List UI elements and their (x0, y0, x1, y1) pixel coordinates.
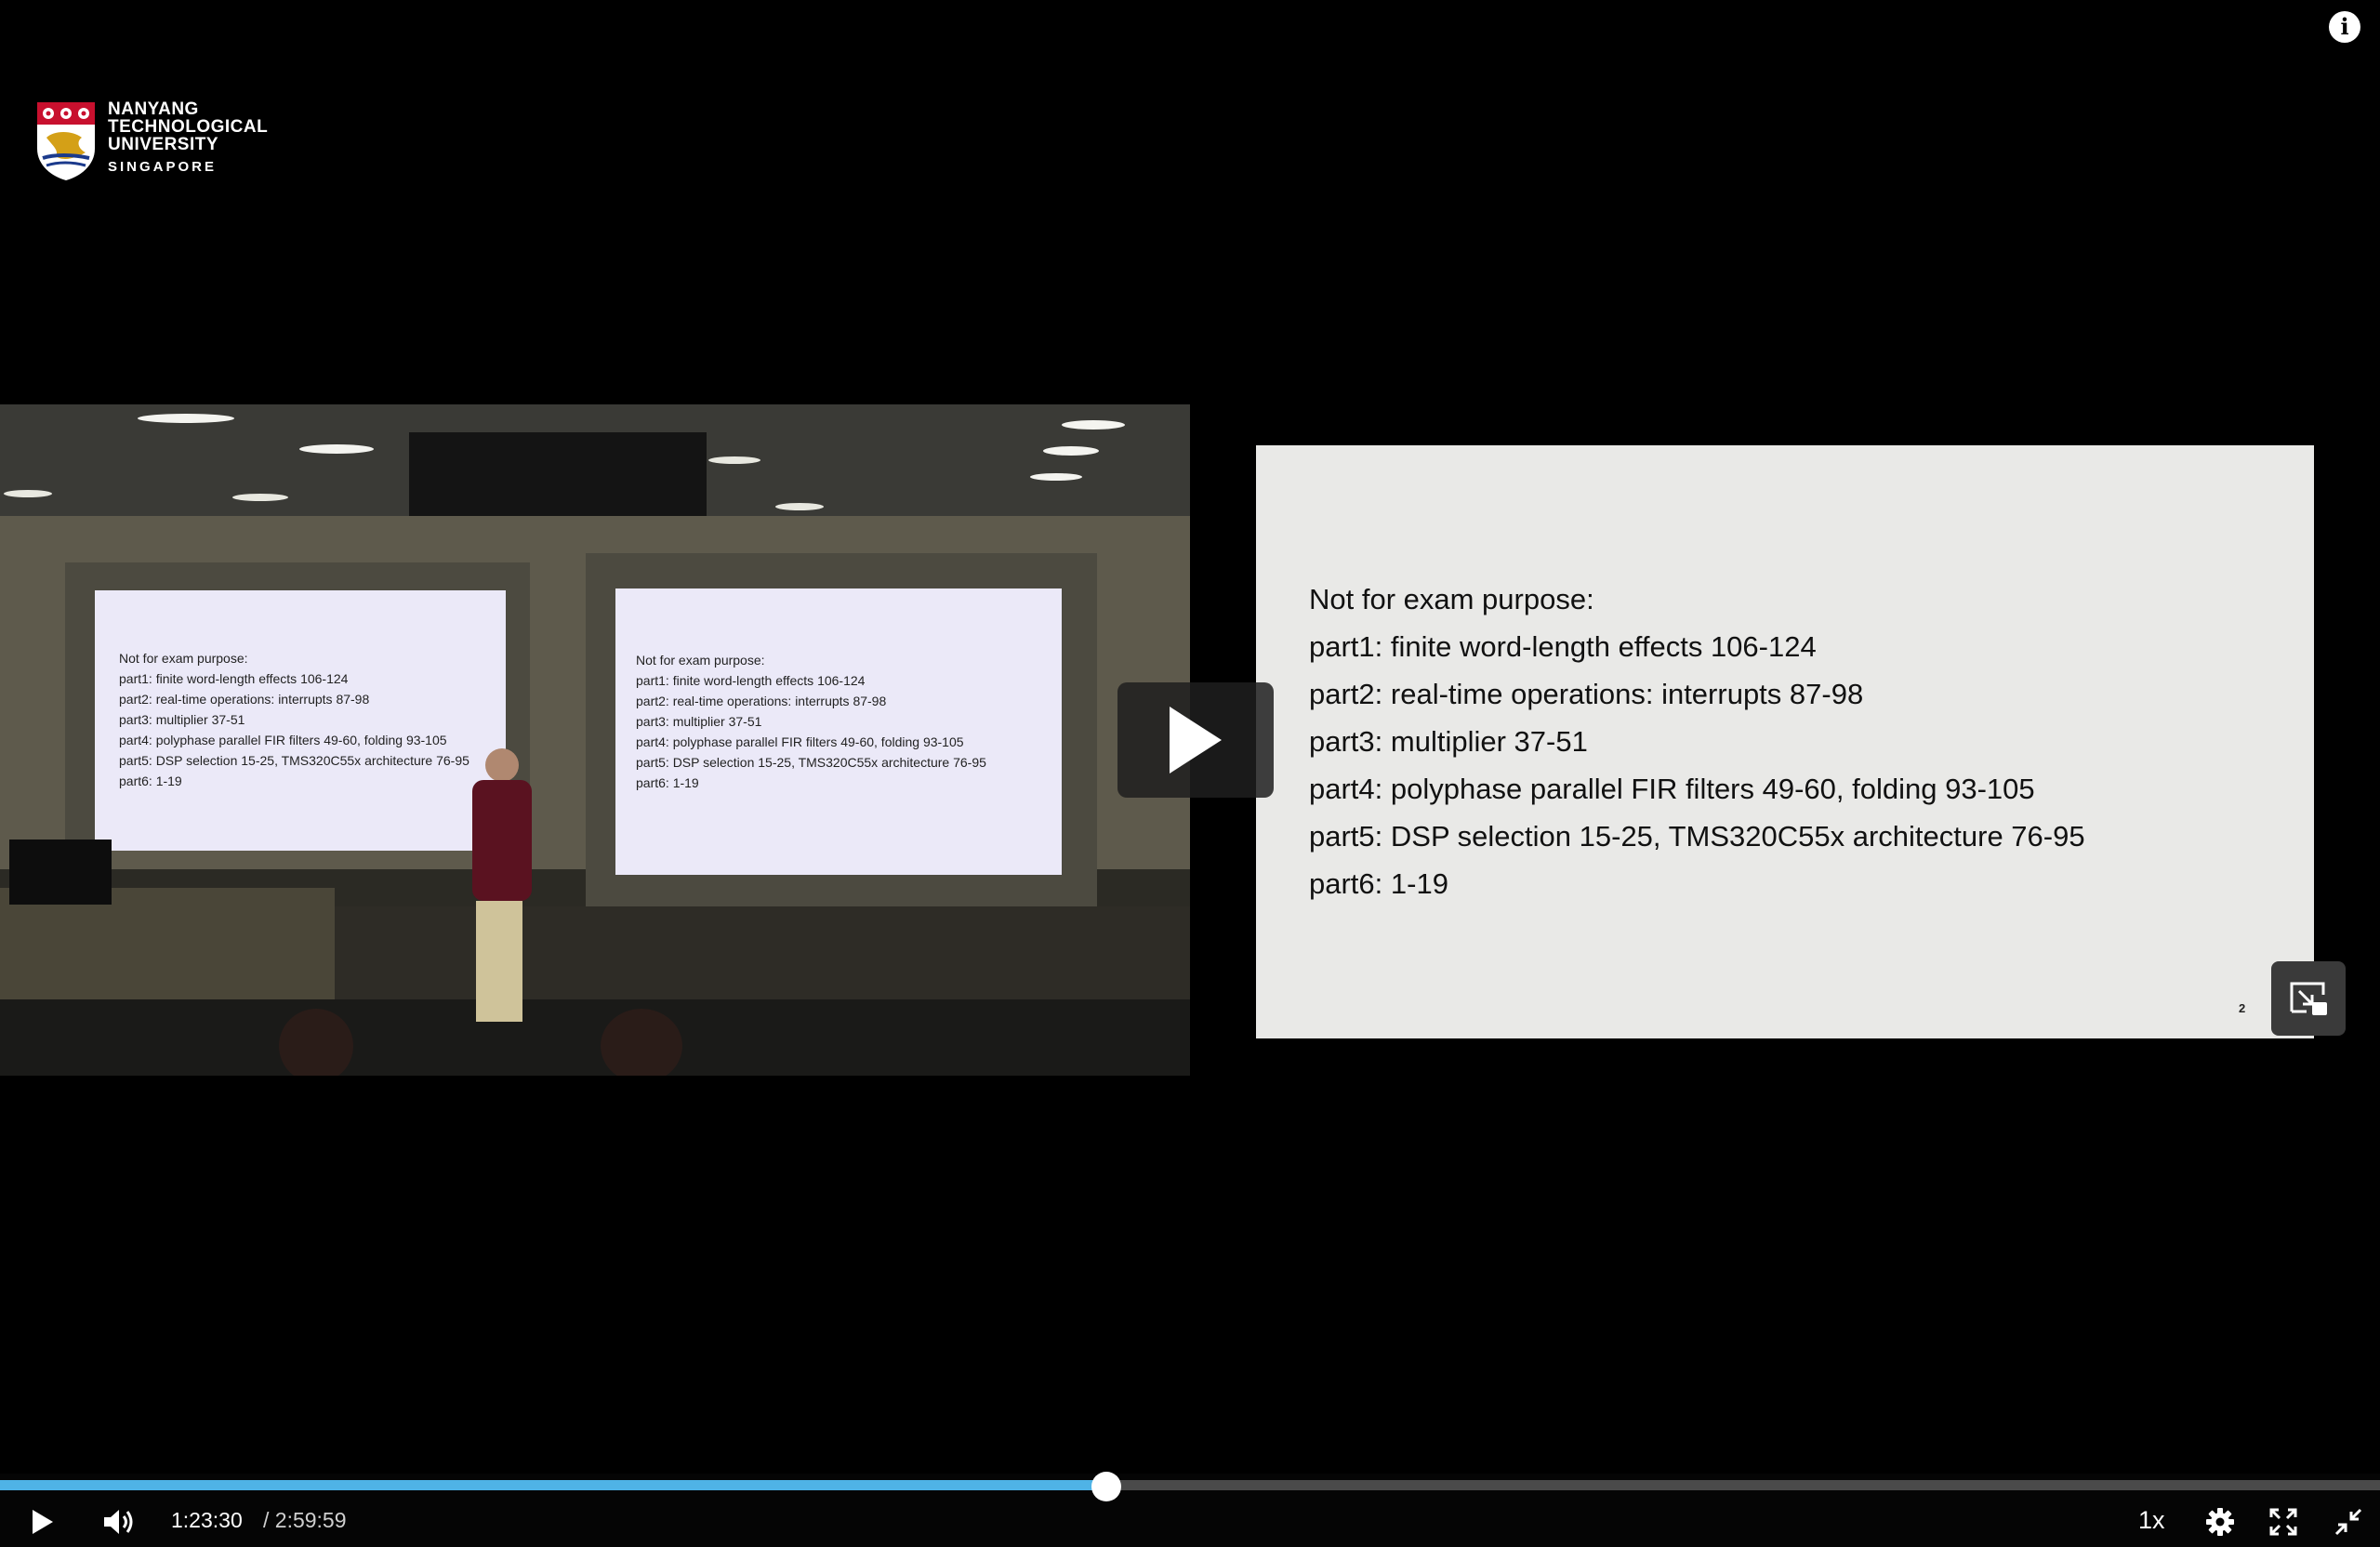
seek-handle[interactable] (1091, 1472, 1121, 1501)
info-button[interactable]: i (2329, 11, 2360, 43)
left-screen-line: part2: real-time operations: interrupts … (119, 692, 370, 707)
right-screen-line: part4: polyphase parallel FIR filters 49… (636, 734, 964, 749)
slide-video-pane[interactable]: Not for exam purpose: part1: finite word… (1256, 445, 2314, 1038)
play-icon (33, 1510, 53, 1534)
right-screen-line: part3: multiplier 37-51 (636, 714, 762, 729)
settings-button[interactable] (2202, 1503, 2239, 1540)
left-screen-text: Not for exam purpose: part1: finite word… (119, 648, 509, 791)
right-screen-line: part6: 1-19 (636, 775, 699, 790)
play-icon (1170, 707, 1222, 774)
slide-text: Not for exam purpose: part1: finite word… (1309, 575, 2085, 907)
slide-line: part5: DSP selection 15-25, TMS320C55x a… (1309, 820, 2085, 853)
volume-icon (104, 1510, 133, 1534)
info-icon: i (2340, 13, 2349, 40)
left-screen-line: Not for exam purpose: (119, 651, 248, 666)
logo-line-technological: TECHNOLOGICAL (108, 117, 269, 137)
playback-speed-button[interactable]: 1x (2138, 1506, 2165, 1535)
slide-line: part2: real-time operations: interrupts … (1309, 678, 1864, 710)
volume-button[interactable] (100, 1503, 138, 1540)
slide-page-number: 2 (2239, 1001, 2246, 1015)
seek-progress (0, 1480, 1106, 1490)
left-screen-line: part5: DSP selection 15-25, TMS320C55x a… (119, 753, 469, 768)
logo-line-nanyang: NANYANG (108, 99, 199, 119)
right-screen-line: part2: real-time operations: interrupts … (636, 694, 887, 708)
left-screen-line: part6: 1-19 (119, 774, 182, 788)
fullscreen-button[interactable] (2265, 1503, 2302, 1540)
left-screen-line: part3: multiplier 37-51 (119, 712, 245, 727)
right-screen-line: part1: finite word-length effects 106-12… (636, 673, 866, 688)
right-screen-line: part5: DSP selection 15-25, TMS320C55x a… (636, 755, 986, 770)
camera-video-pane[interactable]: Not for exam purpose: part1: finite word… (0, 404, 1190, 1076)
play-button[interactable] (24, 1503, 61, 1540)
slide-line: part1: finite word-length effects 106-12… (1309, 630, 1817, 663)
logo-line-singapore: SINGAPORE (108, 159, 218, 175)
crest-icon (37, 102, 95, 180)
big-play-button[interactable] (1117, 682, 1274, 798)
right-screen-line: Not for exam purpose: (636, 653, 765, 668)
left-screen-line: part4: polyphase parallel FIR filters 49… (119, 733, 447, 747)
fullscreen-icon (2269, 1508, 2297, 1536)
pip-swap-button[interactable] (2271, 961, 2346, 1036)
slide-line: part4: polyphase parallel FIR filters 49… (1309, 773, 2035, 805)
pip-swap-icon (2290, 982, 2327, 1015)
slide-line: Not for exam purpose: (1309, 583, 1594, 615)
slide-line: part3: multiplier 37-51 (1309, 725, 1588, 758)
university-logo: NANYANG TECHNOLOGICAL UNIVERSITY SINGAPO… (35, 100, 268, 182)
gear-icon (2206, 1508, 2234, 1536)
exit-fullscreen-button[interactable] (2330, 1503, 2367, 1540)
slide-line: part6: 1-19 (1309, 867, 1448, 900)
left-screen-line: part1: finite word-length effects 106-12… (119, 671, 349, 686)
exit-fullscreen-icon (2334, 1508, 2362, 1536)
logo-line-university: UNIVERSITY (108, 135, 219, 154)
right-screen-text: Not for exam purpose: part1: finite word… (636, 650, 1064, 793)
current-time: 1:23:30 (171, 1508, 243, 1532)
duration: / 2:59:59 (263, 1508, 347, 1532)
